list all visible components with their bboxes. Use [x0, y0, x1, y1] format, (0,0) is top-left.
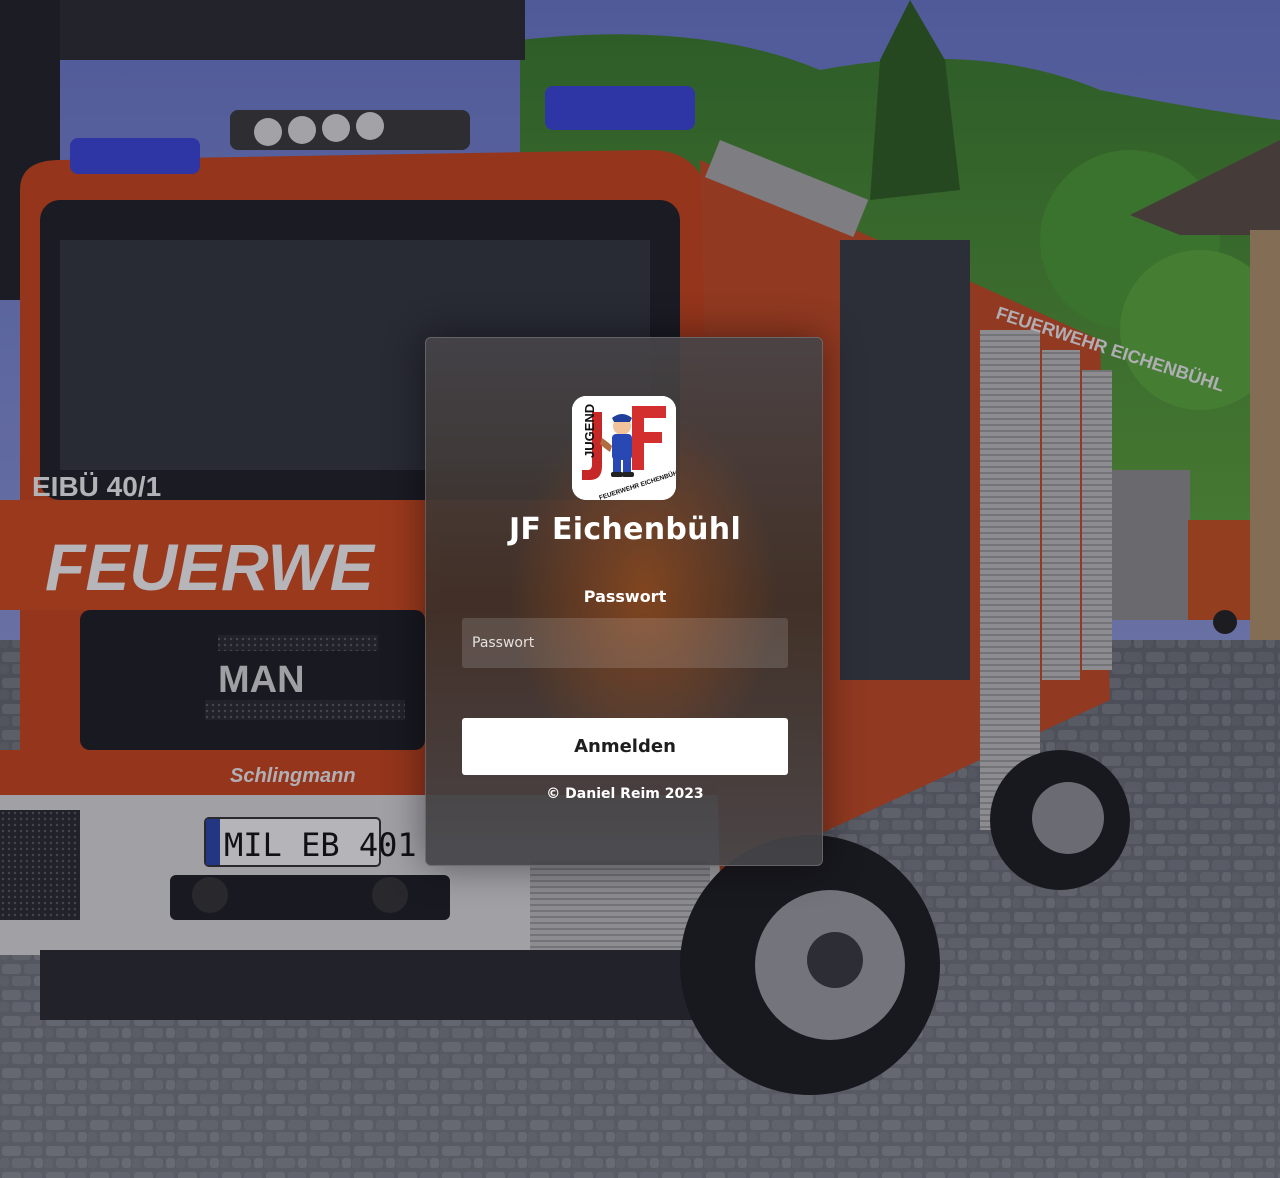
logo-word: JUGEND — [582, 404, 597, 458]
copyright-text: © Daniel Reim 2023 — [546, 786, 704, 802]
jugendfeuerwehr-logo-icon: JUGEND FEUERWEHR EICHENBÜHL — [572, 396, 676, 500]
login-card: JUGEND FEUERWEHR EICHENBÜHL JF Eichenbüh… — [425, 337, 823, 866]
password-input[interactable] — [462, 618, 788, 668]
password-label: Passwort — [583, 587, 667, 606]
login-button[interactable]: Anmelden — [462, 718, 788, 775]
app-title: JF Eichenbühl — [508, 512, 742, 547]
